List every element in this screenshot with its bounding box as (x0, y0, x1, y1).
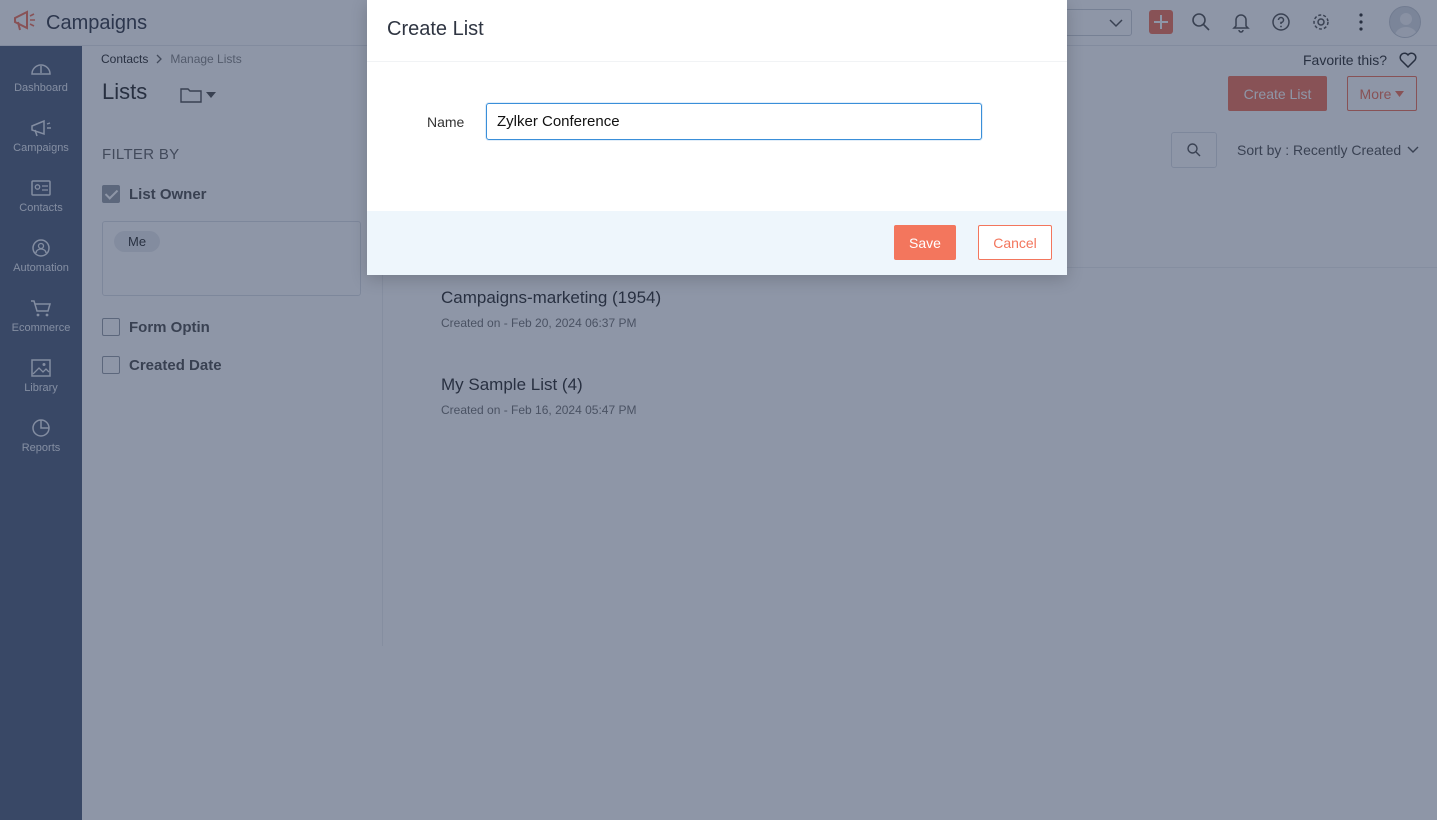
dialog-title: Create List (387, 18, 484, 40)
divider (367, 61, 1067, 62)
name-label: Name (427, 114, 465, 130)
create-list-dialog: Create List Name Save Cancel (367, 0, 1067, 275)
dialog-footer: Save Cancel (367, 211, 1067, 275)
cancel-button[interactable]: Cancel (978, 225, 1052, 260)
save-button[interactable]: Save (894, 225, 956, 260)
list-name-input[interactable] (486, 103, 982, 140)
